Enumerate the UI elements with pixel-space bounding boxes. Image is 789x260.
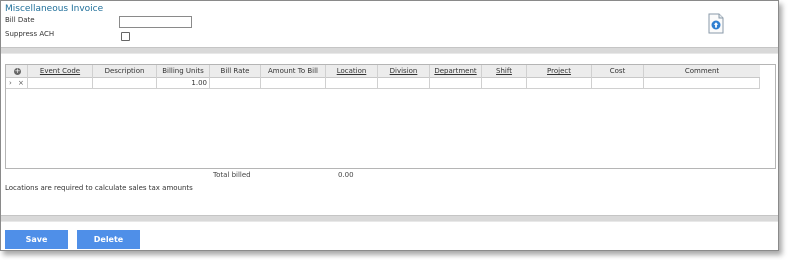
cell-cost[interactable] — [592, 78, 644, 89]
grid-header-control: + — [6, 65, 28, 78]
invoice-window: Miscellaneous Invoice Bill Date Suppress… — [0, 0, 779, 251]
column-header-cost: Cost — [592, 65, 644, 78]
total-billed-value: 0.00 — [338, 171, 354, 179]
suppress-ach-checkbox[interactable] — [121, 32, 130, 41]
section-divider — [1, 47, 778, 54]
delete-button[interactable]: Delete — [77, 230, 140, 249]
column-header-amount-to-bill: Amount To Bill — [261, 65, 326, 78]
grid-header: + Event Code Description Billing Units B… — [6, 65, 760, 78]
cell-bill-rate[interactable] — [210, 78, 261, 89]
column-header-department[interactable]: Department — [430, 65, 482, 78]
suppress-ach-label: Suppress ACH — [5, 30, 55, 38]
column-header-shift[interactable]: Shift — [482, 65, 527, 78]
column-header-billing-units: Billing Units — [157, 65, 210, 78]
bill-date-input[interactable] — [119, 16, 192, 28]
invoice-grid: + Event Code Description Billing Units B… — [5, 64, 776, 169]
column-header-project[interactable]: Project — [527, 65, 592, 78]
column-header-description: Description — [93, 65, 157, 78]
column-header-location[interactable]: Location — [326, 65, 378, 78]
cell-description[interactable] — [93, 78, 157, 89]
table-row: › × 1.00 — [6, 78, 760, 89]
cell-department[interactable] — [430, 78, 482, 89]
cell-comment[interactable] — [644, 78, 760, 89]
save-button[interactable]: Save — [5, 230, 68, 249]
column-header-comment: Comment — [684, 67, 720, 75]
footer-divider — [1, 215, 778, 222]
document-upload-icon[interactable] — [708, 13, 724, 34]
cell-billing-units[interactable]: 1.00 — [157, 78, 210, 89]
column-header-bill-rate: Bill Rate — [210, 65, 261, 78]
add-circle-icon[interactable]: + — [14, 68, 21, 75]
sales-tax-note: Locations are required to calculate sale… — [5, 184, 193, 192]
row-controls: › × — [6, 78, 28, 89]
cell-project[interactable] — [527, 78, 592, 89]
cell-event-code[interactable] — [28, 78, 93, 89]
cell-location[interactable] — [326, 78, 378, 89]
column-header-division[interactable]: Division — [378, 65, 430, 78]
column-header-event-code[interactable]: Event Code — [28, 65, 93, 78]
remove-row-icon[interactable]: × — [18, 78, 24, 89]
page-title: Miscellaneous Invoice — [5, 4, 104, 14]
cell-shift[interactable] — [482, 78, 527, 89]
cell-amount-to-bill[interactable] — [261, 78, 326, 89]
cell-division[interactable] — [378, 78, 430, 89]
bill-date-label: Bill Date — [5, 16, 35, 24]
expand-row-icon[interactable]: › — [9, 78, 12, 89]
total-billed-label: Total billed — [213, 171, 251, 179]
